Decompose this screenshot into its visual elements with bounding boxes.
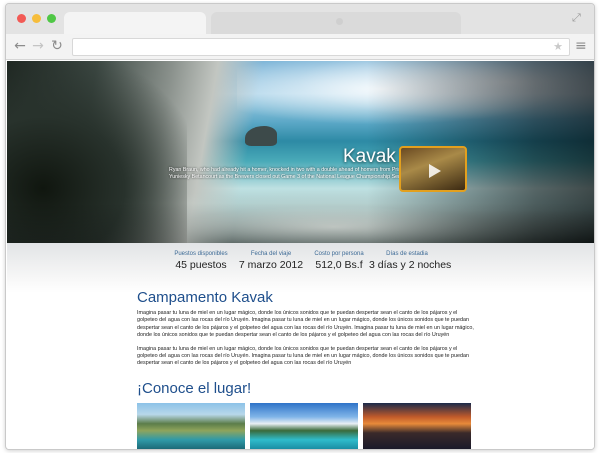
gallery-photo[interactable] [250, 402, 358, 449]
forward-arrow-icon[interactable]: → [30, 38, 46, 54]
tab-dot-icon [336, 18, 343, 25]
play-icon[interactable] [429, 164, 441, 178]
expand-icon[interactable]: ⤢ [572, 12, 584, 24]
gallery-photo[interactable] [137, 402, 245, 449]
video-thumbnail[interactable] [399, 146, 467, 192]
title-bar: ⤢ [6, 4, 594, 34]
gallery-title: ¡Conoce el lugar! [137, 379, 252, 397]
hero-banner: Kavak Ryan Braun, who had already hit a … [7, 61, 594, 243]
description-paragraph: Imagina pasar tu luna de miel en un luga… [137, 345, 470, 367]
hero-rock [245, 126, 277, 146]
menu-icon[interactable]: ≡ [575, 38, 587, 54]
address-bar[interactable]: ★ [72, 38, 570, 56]
trip-stats-bar: Puestos disponibles 45 puestos Fecha del… [7, 243, 594, 293]
browser-window: ⤢ ← → ↻ ★ ≡ Kavak Ryan Braun, who had al… [5, 3, 595, 450]
minimize-window-button[interactable] [32, 14, 41, 23]
stat-value: 45 puestos [175, 259, 227, 271]
stat-trip-date: Fecha del viaje 7 marzo 2012 [236, 251, 306, 271]
hero-title: Kavak [343, 146, 396, 167]
back-arrow-icon[interactable]: ← [12, 38, 28, 54]
maximize-window-button[interactable] [47, 14, 56, 23]
description-paragraph: Imagina pasar tu luna de miel en un luga… [137, 310, 474, 339]
gallery-photo[interactable] [363, 402, 471, 449]
reload-icon[interactable]: ↻ [49, 38, 65, 54]
hero-bottom-fade [7, 203, 594, 243]
close-window-button[interactable] [17, 14, 26, 23]
main-content: Campamento Kavak Imagina pasar tu luna d… [137, 289, 477, 449]
stat-value: 512,0 Bs.f [315, 259, 363, 271]
photo-gallery [137, 402, 477, 449]
stat-label: Fecha del viaje [250, 251, 292, 257]
bookmark-star-icon[interactable]: ★ [553, 40, 563, 53]
stat-cost-per-person: Costo por persona 512,0 Bs.f [309, 251, 369, 271]
stat-label: Costo por persona [314, 251, 364, 257]
page-title: Campamento Kavak [137, 289, 273, 306]
stat-value: 7 marzo 2012 [238, 259, 304, 271]
stat-label: Días de estadia [386, 251, 428, 257]
stat-available-spots: Puestos disponibles 45 puestos [171, 251, 231, 271]
stat-value: 3 días y 2 noches [369, 259, 452, 271]
page-viewport: Kavak Ryan Braun, who had already hit a … [7, 61, 594, 449]
browser-tab[interactable] [211, 12, 461, 34]
stat-stay-length: Días de estadia 3 días y 2 noches [369, 251, 452, 271]
stat-label: Puestos disponibles [174, 251, 228, 257]
browser-toolbar: ← → ↻ ★ ≡ [6, 34, 594, 60]
browser-tab-active[interactable] [64, 12, 206, 34]
